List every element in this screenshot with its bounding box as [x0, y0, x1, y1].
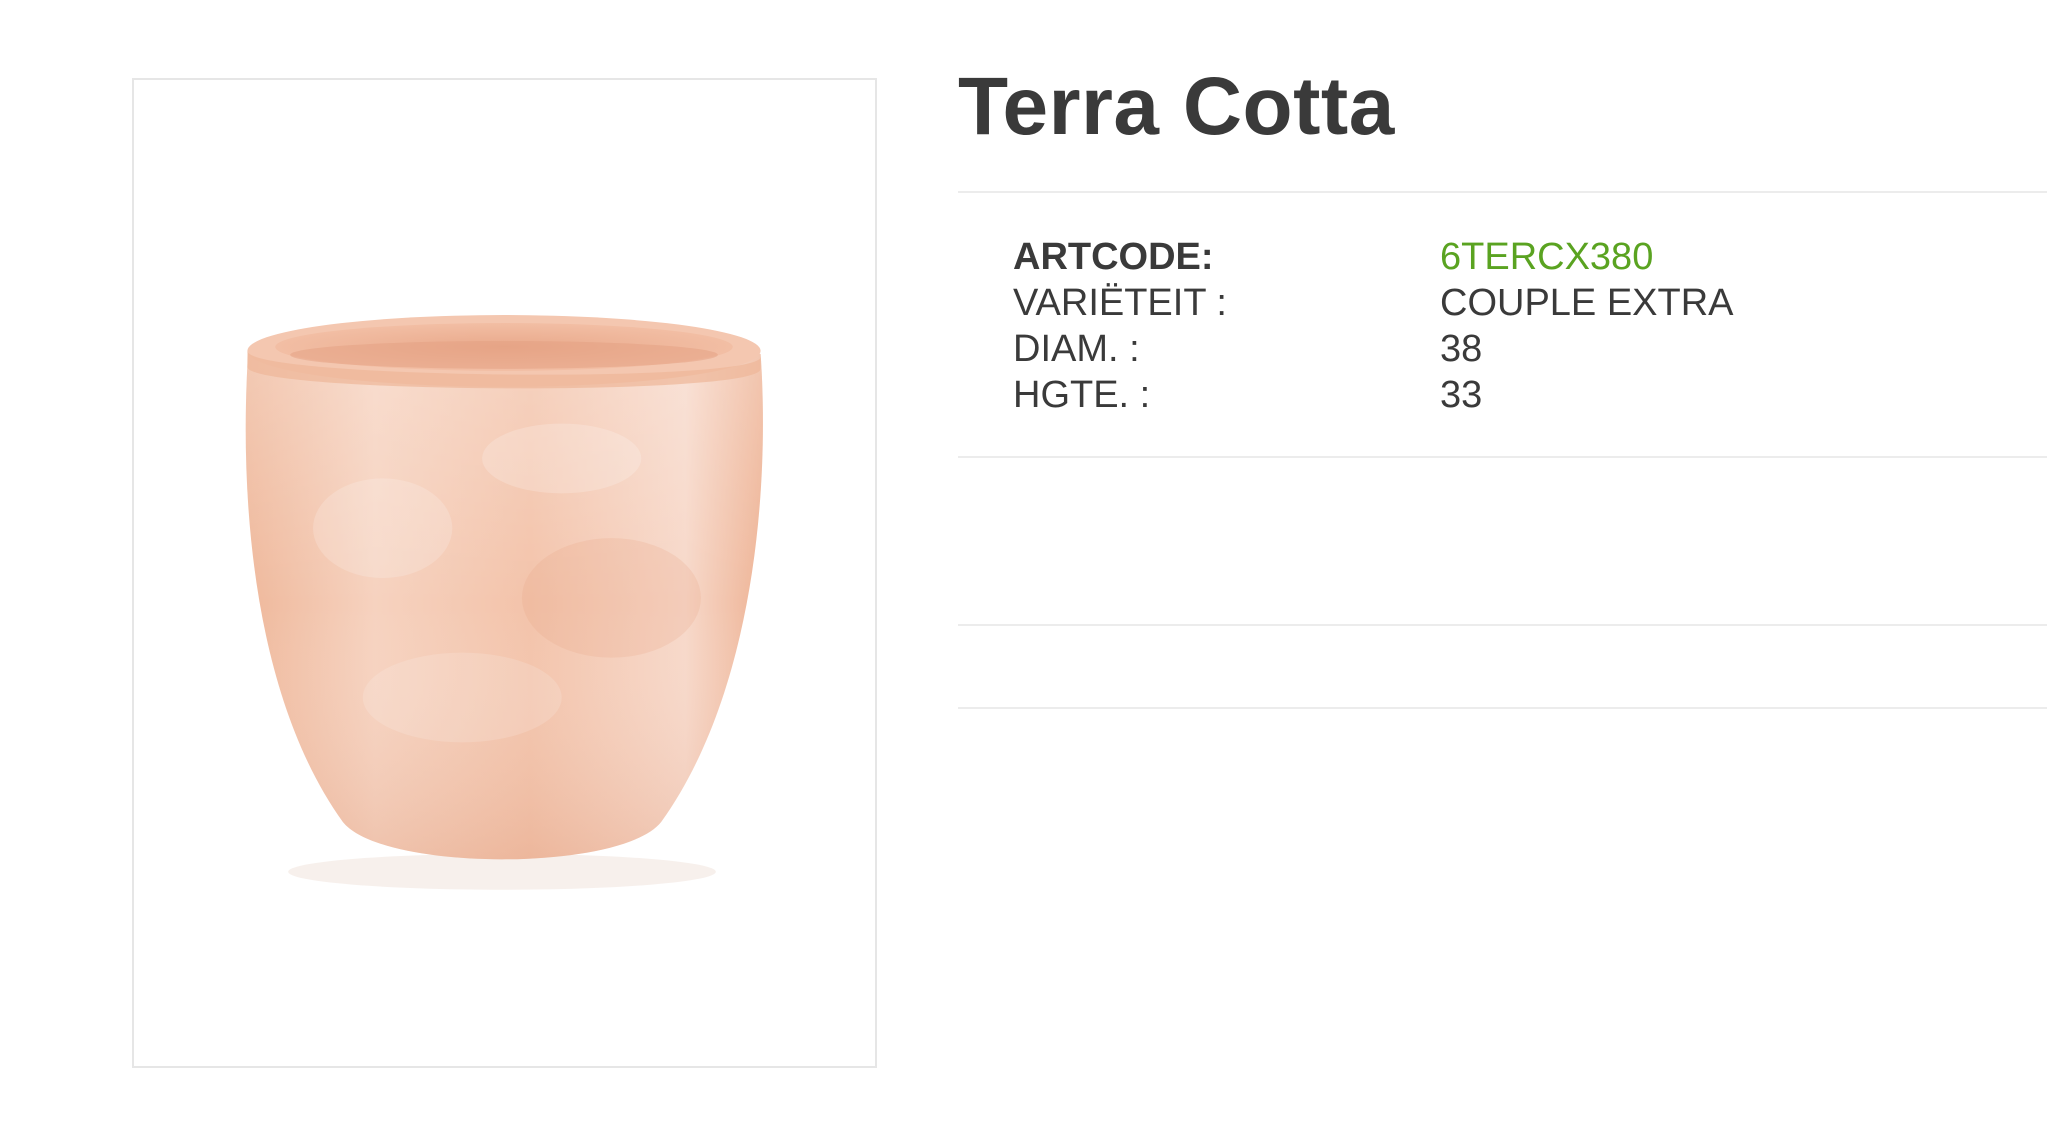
spec-row-height: HGTE. : 33	[1013, 372, 1913, 418]
divider	[958, 707, 2047, 709]
spec-table: ARTCODE: 6TERCX380 VARIËTEIT : COUPLE EX…	[1013, 234, 1913, 418]
product-title: Terra Cotta	[958, 61, 1395, 152]
divider	[958, 624, 2047, 626]
spec-label-variety: VARIËTEIT :	[1013, 282, 1227, 324]
spec-value-artcode: 6TERCX380	[1440, 236, 1654, 278]
spec-row-variety: VARIËTEIT : COUPLE EXTRA	[1013, 280, 1913, 326]
spec-value-height: 33	[1440, 374, 1483, 416]
spec-row-diameter: DIAM. : 38	[1013, 326, 1913, 372]
spec-label-artcode: ARTCODE:	[1013, 236, 1214, 278]
divider	[958, 456, 2047, 458]
product-image-frame[interactable]	[132, 78, 877, 1068]
product-image	[245, 315, 763, 890]
spec-value-diameter: 38	[1440, 328, 1483, 370]
spec-label-diameter: DIAM. :	[1013, 328, 1140, 370]
spec-value-variety: COUPLE EXTRA	[1440, 282, 1734, 324]
divider	[958, 191, 2047, 193]
spec-label-height: HGTE. :	[1013, 374, 1151, 416]
spec-row-artcode: ARTCODE: 6TERCX380	[1013, 234, 1913, 280]
